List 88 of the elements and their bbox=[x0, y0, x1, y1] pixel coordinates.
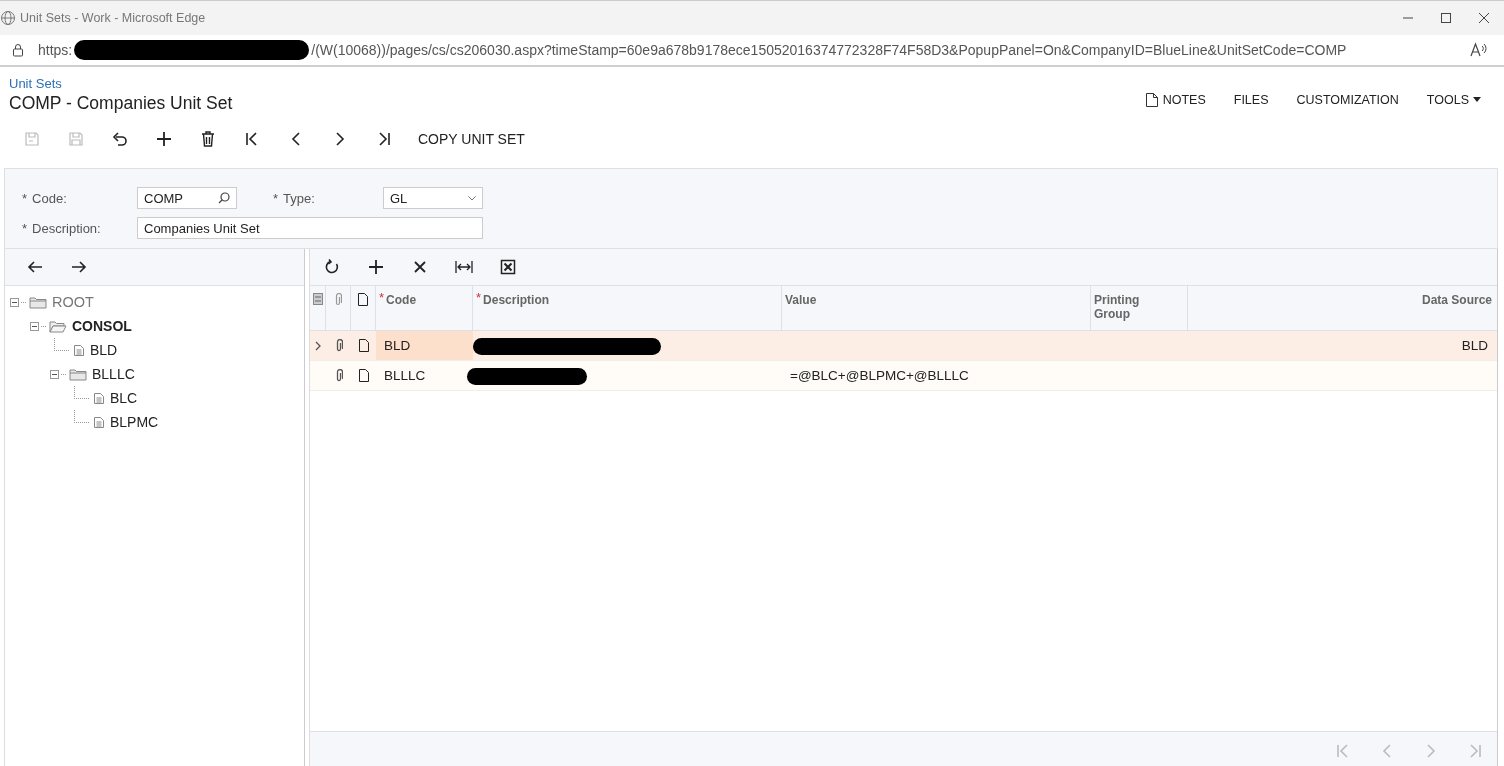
open-folder-icon bbox=[49, 319, 67, 333]
search-icon bbox=[218, 192, 230, 204]
tree-item[interactable]: BLD bbox=[90, 342, 118, 358]
table-cell: =@BLC+@BLPMC+@BLLLC bbox=[790, 368, 969, 383]
menu-button[interactable]: TOOLS bbox=[1412, 86, 1495, 113]
chevron-left-icon bbox=[291, 130, 301, 147]
minus-icon bbox=[30, 321, 39, 331]
read-aloud-icon bbox=[1470, 42, 1488, 58]
required-mark: * bbox=[22, 220, 28, 236]
action-button[interactable]: NOTES bbox=[1130, 85, 1220, 114]
chevron-right-icon bbox=[315, 340, 321, 351]
paperclip-icon bbox=[334, 293, 342, 307]
maximize-icon bbox=[1440, 12, 1452, 24]
arrow-right-icon bbox=[71, 259, 87, 275]
trash-icon bbox=[201, 130, 215, 147]
table-cell: BLD bbox=[384, 338, 411, 353]
required-mark: * bbox=[273, 190, 279, 206]
minus-icon bbox=[10, 297, 19, 307]
plus-icon bbox=[368, 259, 384, 275]
input-field[interactable]: COMP bbox=[137, 187, 237, 209]
window-title: Unit Sets - Work - Microsoft Edge bbox=[20, 11, 207, 25]
close-icon bbox=[1478, 12, 1490, 24]
required-mark: * bbox=[22, 190, 28, 206]
chevron-left-icon bbox=[1382, 743, 1392, 759]
folder-icon bbox=[69, 367, 87, 381]
input-field[interactable]: Companies Unit Set bbox=[137, 217, 483, 239]
first-page-icon bbox=[1336, 743, 1350, 759]
spreadsheet-icon bbox=[500, 259, 516, 275]
field-label: Code: bbox=[32, 190, 67, 206]
column-header[interactable]: Data Source bbox=[1418, 293, 1497, 307]
table-cell: BLLLC bbox=[384, 368, 426, 383]
save-icon bbox=[68, 130, 84, 147]
note-icon bbox=[358, 339, 369, 352]
chevron-right-icon bbox=[1426, 743, 1436, 759]
required-mark: * bbox=[379, 291, 385, 305]
last-page-icon bbox=[377, 130, 391, 147]
required-mark: * bbox=[476, 291, 482, 305]
tree-item[interactable]: BLLLC bbox=[92, 366, 135, 382]
table-cell: BLD bbox=[1461, 338, 1488, 353]
globe-icon bbox=[0, 10, 16, 26]
note-icon bbox=[358, 293, 368, 306]
minus-icon bbox=[50, 369, 59, 379]
page-title: COMP - Companies Unit Set bbox=[9, 93, 233, 114]
field-label: Type: bbox=[283, 190, 315, 206]
lock-icon bbox=[12, 43, 24, 57]
action-button[interactable]: FILES bbox=[1219, 86, 1283, 113]
document-icon bbox=[93, 415, 105, 429]
caret-icon bbox=[1473, 97, 1481, 102]
tree-item[interactable]: BLC bbox=[110, 390, 138, 406]
chevron-right-icon bbox=[335, 130, 345, 147]
address-field[interactable]: https: /(W(10068))/pages/cs/cs206030.aspx?timeStamp=60e9a678b9178ece15052016374772328F74F58D3&PopupPanel=On&CompanyID=BlueLine&UnitSetCode=COMP bbox=[38, 40, 1347, 60]
tree-item[interactable]: CONSOL bbox=[72, 318, 132, 334]
column-header[interactable]: Code bbox=[385, 293, 417, 307]
collapse-toggle[interactable] bbox=[50, 369, 59, 379]
document-icon bbox=[93, 391, 105, 405]
files-icon bbox=[312, 293, 323, 305]
save-close-icon bbox=[24, 130, 40, 147]
paperclip-icon bbox=[334, 338, 343, 353]
field-label: Description: bbox=[32, 220, 101, 236]
close-icon bbox=[413, 260, 427, 274]
plus-icon bbox=[156, 130, 172, 147]
maximize-button[interactable] bbox=[1440, 12, 1452, 24]
collapse-toggle[interactable] bbox=[30, 321, 39, 331]
breadcrumb-link[interactable]: Unit Sets bbox=[9, 76, 233, 91]
arrow-left-icon bbox=[27, 259, 43, 275]
dropdown[interactable]: GL bbox=[383, 187, 483, 209]
column-header[interactable]: Printing Group bbox=[1091, 293, 1164, 321]
folder-icon bbox=[29, 295, 47, 309]
column-header[interactable]: Description bbox=[482, 293, 550, 307]
last-page-icon bbox=[1468, 743, 1482, 759]
undo-icon bbox=[112, 130, 128, 147]
note-icon bbox=[1144, 91, 1159, 108]
document-icon bbox=[73, 343, 85, 357]
refresh-icon bbox=[324, 259, 340, 275]
table-row[interactable]: BLD BLD bbox=[310, 331, 1497, 361]
note-icon bbox=[358, 369, 369, 382]
first-page-icon bbox=[245, 130, 259, 147]
close-button[interactable] bbox=[1478, 12, 1490, 24]
copy-button[interactable]: COPY UNIT SET bbox=[406, 123, 537, 154]
table-row[interactable]: BLLLC =@BLC+@BLPMC+@BLLLC bbox=[310, 361, 1497, 391]
column-header[interactable]: Value bbox=[782, 293, 817, 307]
tree-item[interactable]: BLPMC bbox=[110, 414, 159, 430]
fit-width-icon bbox=[455, 259, 473, 275]
action-button[interactable]: CUSTOMIZATION bbox=[1282, 86, 1413, 113]
chevron-down-icon bbox=[468, 195, 476, 201]
paperclip-icon bbox=[334, 368, 343, 383]
tree-item[interactable]: ROOT bbox=[52, 294, 94, 310]
collapse-toggle[interactable] bbox=[10, 297, 19, 307]
